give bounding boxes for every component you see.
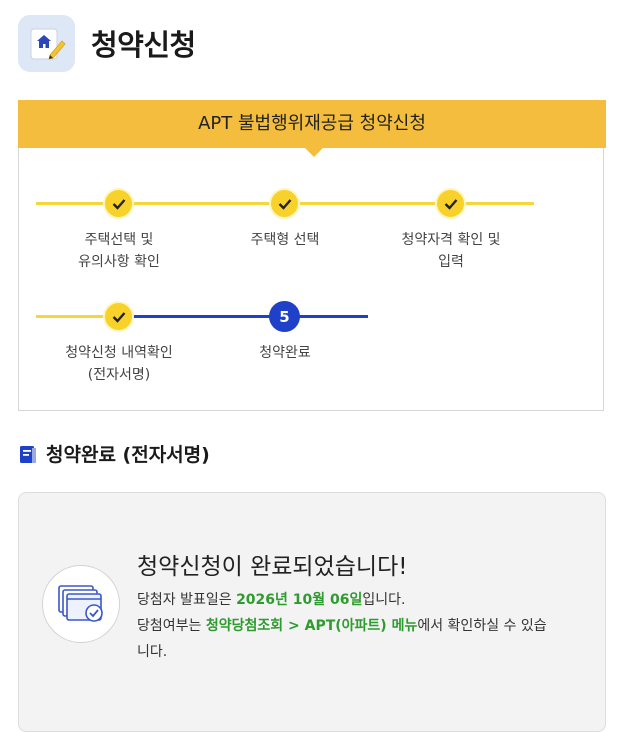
book-icon bbox=[20, 445, 36, 463]
completion-heading: 청약신청이 완료되었습니다! bbox=[137, 554, 408, 580]
step-1-label: 주택선택 및 유의사항 확인 bbox=[78, 232, 160, 270]
step-3-label: 청약자격 확인 및 입력 bbox=[401, 232, 501, 270]
step-2-check-icon bbox=[269, 188, 300, 219]
page-header: 청약신청 bbox=[18, 14, 196, 72]
check-result-line: 당첨여부는 청약당첨조회 > APT(아파트) 메뉴에서 확인하실 수 있습니다… bbox=[137, 618, 547, 660]
banner-arrow bbox=[305, 148, 323, 157]
announcement-line: 당첨자 발표일은 2026년 10월 06일입니다. bbox=[137, 592, 406, 608]
completion-message: 당첨자 발표일은 2026년 10월 06일입니다. 당첨여부는 청약당첨조회 … bbox=[137, 587, 557, 665]
step-2-label: 주택형 선택 bbox=[250, 232, 320, 248]
completed-document-icon bbox=[42, 565, 120, 643]
announcement-date: 2026년 10월 06일 bbox=[236, 592, 363, 608]
step-4-label: 청약신청 내역확인 (전자서명) bbox=[65, 345, 173, 383]
section-heading: 청약완료 (전자서명) bbox=[18, 440, 210, 467]
section-title: 청약완료 (전자서명) bbox=[46, 444, 210, 466]
completion-card: 청약신청이 완료되었습니다! 당첨자 발표일은 2026년 10월 06일입니다… bbox=[18, 492, 606, 732]
menu-path: 청약당첨조회 > APT(아파트) 메뉴 bbox=[205, 618, 418, 634]
step-5-label: 청약완료 bbox=[259, 345, 311, 361]
step-5-number-badge: 5 bbox=[269, 301, 300, 332]
step-progress-box: APT 불법행위재공급 청약신청 주택선택 및 유의사항 확인 주택형 선택 청… bbox=[18, 100, 606, 411]
page-title: 청약신청 bbox=[91, 28, 196, 62]
step-3-check-icon bbox=[435, 188, 466, 219]
step-banner: APT 불법행위재공급 청약신청 bbox=[18, 100, 606, 148]
step-4-check-icon bbox=[103, 301, 134, 332]
step-1-check-icon bbox=[103, 188, 134, 219]
application-form-icon bbox=[18, 14, 75, 72]
